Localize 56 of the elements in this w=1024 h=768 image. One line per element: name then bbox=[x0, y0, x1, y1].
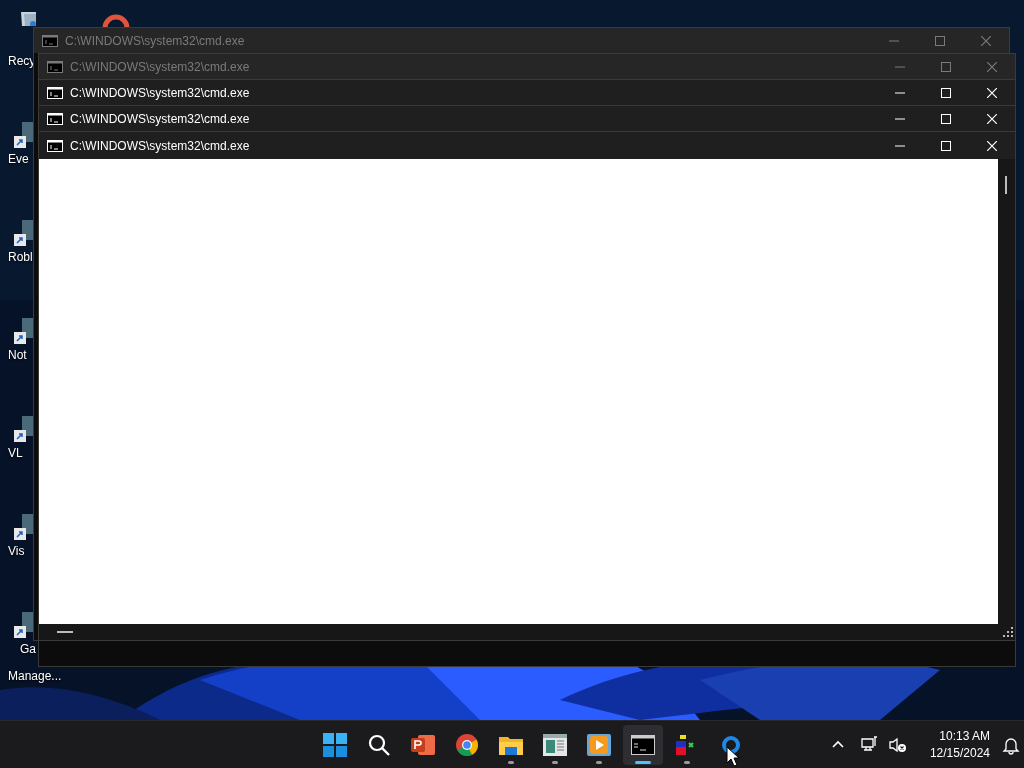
console-app-icon bbox=[42, 34, 58, 47]
spreadsheet-window-icon bbox=[543, 734, 567, 756]
desktop-icon-label: VL bbox=[8, 446, 23, 461]
clock[interactable]: 10:13 AM 12/15/2024 bbox=[920, 728, 990, 762]
desktop-icon-label: Eve bbox=[8, 152, 29, 167]
browser-icon bbox=[455, 733, 479, 757]
resize-grip-icon[interactable] bbox=[1003, 627, 1013, 637]
console-app-icon bbox=[47, 139, 63, 152]
maximize-icon bbox=[941, 61, 951, 72]
close-icon bbox=[981, 35, 991, 46]
ring-icon bbox=[102, 12, 130, 28]
terminal-icon bbox=[631, 735, 655, 755]
desktop-icon-label: Not bbox=[8, 348, 27, 363]
window-title: C:\WINDOWS\system32\cmd.exe bbox=[70, 110, 250, 128]
close-icon bbox=[987, 61, 997, 72]
window-title: C:\WINDOWS\system32\cmd.exe bbox=[70, 137, 250, 155]
horizontal-scroll-thumb[interactable] bbox=[57, 631, 73, 633]
title-bar[interactable]: C:\WINDOWS\system32\cmd.exe bbox=[39, 106, 1015, 131]
maximize-icon bbox=[941, 87, 951, 98]
windows-logo-icon bbox=[323, 733, 347, 757]
recycle-bin-icon[interactable] bbox=[20, 10, 36, 26]
title-bar[interactable]: C:\WINDOWS\system32\cmd.exe bbox=[39, 80, 1015, 105]
scrollbar[interactable] bbox=[998, 159, 1015, 624]
console-app-icon bbox=[47, 112, 63, 125]
clock-date: 12/15/2024 bbox=[929, 745, 990, 762]
title-bar[interactable]: C:\WINDOWS\system32\cmd.exe bbox=[39, 132, 1015, 159]
maximize-icon bbox=[941, 113, 951, 124]
desktop-icon-label: Manage... bbox=[8, 669, 62, 684]
window-title: C:\WINDOWS\system32\cmd.exe bbox=[70, 58, 250, 76]
mouse-cursor-icon bbox=[726, 746, 739, 767]
speaker-muted-icon[interactable] bbox=[888, 735, 908, 755]
close-icon bbox=[987, 140, 997, 151]
ring-icon bbox=[720, 734, 742, 756]
taskbar-button[interactable] bbox=[623, 725, 663, 765]
minimize-icon bbox=[895, 91, 905, 94]
media-player-icon bbox=[587, 734, 611, 756]
desktop-icon-label: Vis bbox=[8, 544, 25, 559]
folder-icon bbox=[498, 734, 524, 756]
slides-app-icon bbox=[410, 733, 436, 757]
minimize-icon bbox=[889, 39, 899, 42]
clock-time: 10:13 AM bbox=[939, 728, 990, 745]
maximize-icon bbox=[935, 35, 945, 46]
desktop-icon-label: Ga bbox=[20, 642, 36, 657]
window-title: C:\WINDOWS\system32\cmd.exe bbox=[70, 84, 250, 102]
desktop-icon-label: Robl bbox=[8, 250, 33, 265]
minimize-icon bbox=[895, 144, 905, 147]
minimize-icon bbox=[895, 117, 905, 120]
scroll-thumb[interactable] bbox=[1005, 176, 1007, 194]
console-app-icon bbox=[47, 60, 63, 73]
minimize-icon bbox=[895, 65, 905, 68]
search-icon bbox=[367, 733, 391, 757]
console-app-icon bbox=[47, 86, 63, 99]
close-icon bbox=[987, 113, 997, 124]
maximize-icon bbox=[941, 140, 951, 151]
close-icon bbox=[987, 87, 997, 98]
window-title: C:\WINDOWS\system32\cmd.exe bbox=[65, 32, 245, 50]
